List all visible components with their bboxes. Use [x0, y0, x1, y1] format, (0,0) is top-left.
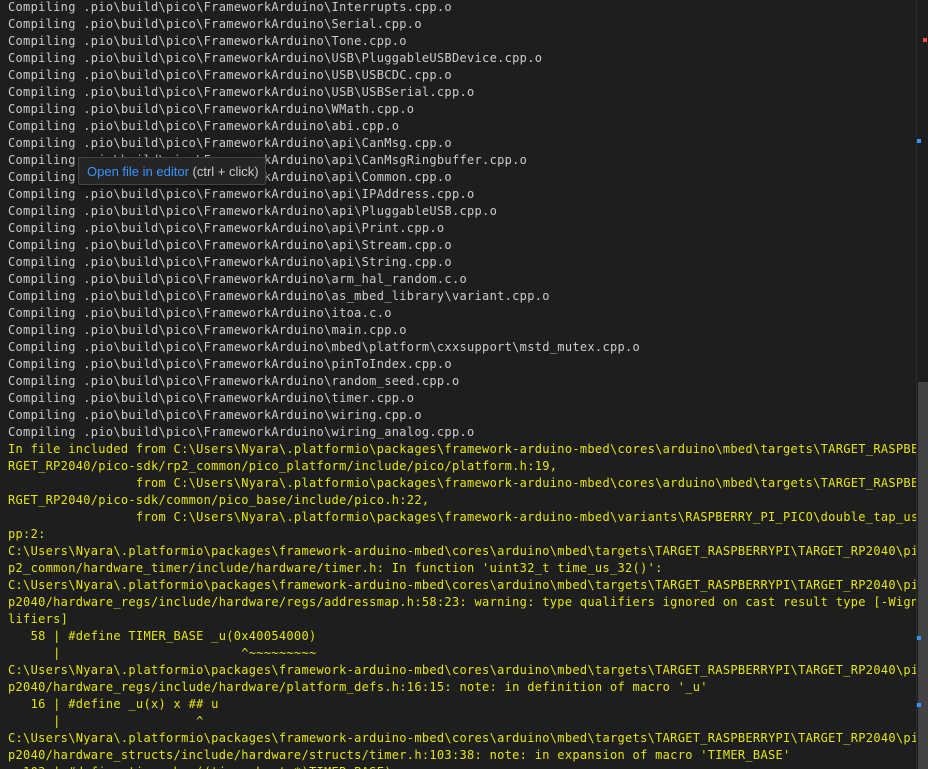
terminal-line[interactable]: RGET_RP2040/pico-sdk/rp2_common/pico_pla…	[8, 458, 557, 475]
info-marker	[917, 703, 921, 707]
terminal-line: Compiling .pio\build\pico\FrameworkArdui…	[8, 119, 400, 133]
terminal-line[interactable]: p2040/hardware_structs/include/hardware/…	[8, 747, 791, 764]
terminal-line[interactable]: 16 | #define _u(x) x ## u	[8, 696, 219, 713]
terminal-line: Compiling .pio\build\pico\FrameworkArdui…	[8, 238, 452, 252]
open-file-tooltip[interactable]: Open file in editor (ctrl + click)	[78, 157, 266, 185]
open-file-hint: (ctrl + click)	[192, 164, 259, 179]
terminal-line: Compiling .pio\build\pico\FrameworkArdui…	[8, 204, 498, 218]
terminal-line: Compiling .pio\build\pico\FrameworkArdui…	[8, 340, 641, 354]
vertical-scrollbar[interactable]	[916, 0, 928, 769]
terminal-line: Compiling .pio\build\pico\FrameworkArdui…	[8, 289, 550, 303]
terminal-line: Compiling .pio\build\pico\FrameworkArdui…	[8, 272, 468, 286]
terminal-line: Compiling .pio\build\pico\FrameworkArdui…	[8, 34, 407, 48]
terminal-line: Compiling .pio\build\pico\FrameworkArdui…	[8, 408, 422, 422]
terminal-output[interactable]: Compiling .pio\build\pico\FrameworkArdui…	[0, 0, 916, 769]
terminal-line: Compiling .pio\build\pico\FrameworkArdui…	[8, 425, 475, 439]
terminal-line[interactable]: p2_common/hardware_timer/include/hardwar…	[8, 560, 663, 577]
terminal-line: Compiling .pio\build\pico\FrameworkArdui…	[8, 357, 452, 371]
terminal-line: Compiling .pio\build\pico\FrameworkArdui…	[8, 0, 452, 14]
terminal-line: Compiling .pio\build\pico\FrameworkArdui…	[8, 68, 452, 82]
terminal-line[interactable]: 58 | #define TIMER_BASE _u(0x40054000)	[8, 628, 317, 645]
open-file-link[interactable]: Open file in editor	[87, 164, 189, 179]
terminal-line: Compiling .pio\build\pico\FrameworkArdui…	[8, 221, 445, 235]
terminal-line[interactable]: 103 | #define timer_hw ((timer_hw_t *)TI…	[8, 764, 392, 769]
info-marker	[917, 636, 921, 640]
terminal-line[interactable]: from C:\Users\Nyara\.platformio\packages…	[8, 509, 916, 526]
scrollbar-thumb[interactable]	[918, 382, 928, 769]
terminal-line[interactable]: p2040/hardware_regs/include/hardware/pla…	[8, 679, 708, 696]
terminal-line[interactable]: from C:\Users\Nyara\.platformio\packages…	[8, 475, 916, 492]
terminal-line: Compiling .pio\build\pico\FrameworkArdui…	[8, 306, 392, 320]
info-marker	[917, 139, 921, 143]
terminal-line: Compiling .pio\build\pico\FrameworkArdui…	[8, 187, 475, 201]
terminal-line[interactable]: C:\Users\Nyara\.platformio\packages\fram…	[8, 662, 916, 679]
terminal-line: Compiling .pio\build\pico\FrameworkArdui…	[8, 51, 543, 65]
terminal-line[interactable]: p2040/hardware_regs/include/hardware/reg…	[8, 594, 916, 611]
terminal-line[interactable]: RGET_RP2040/pico-sdk/common/pico_base/in…	[8, 492, 429, 509]
terminal-line: Compiling .pio\build\pico\FrameworkArdui…	[8, 255, 452, 269]
terminal-line[interactable]: lifiers]	[8, 611, 68, 628]
terminal-line: Compiling .pio\build\pico\FrameworkArdui…	[8, 85, 475, 99]
terminal-line[interactable]: In file included from C:\Users\Nyara\.pl…	[8, 441, 916, 458]
terminal-line: Compiling .pio\build\pico\FrameworkArdui…	[8, 374, 460, 388]
terminal-line: Compiling .pio\build\pico\FrameworkArdui…	[8, 102, 415, 116]
error-marker	[923, 38, 927, 42]
terminal-line: Compiling .pio\build\pico\FrameworkArdui…	[8, 136, 452, 150]
terminal-line: Compiling .pio\build\pico\FrameworkArdui…	[8, 391, 415, 405]
terminal-line: Compiling .pio\build\pico\FrameworkArdui…	[8, 17, 422, 31]
terminal-line[interactable]: C:\Users\Nyara\.platformio\packages\fram…	[8, 577, 916, 594]
terminal-line[interactable]: | ^	[8, 713, 204, 730]
terminal-line[interactable]: C:\Users\Nyara\.platformio\packages\fram…	[8, 730, 916, 747]
terminal-line: Compiling .pio\build\pico\FrameworkArdui…	[8, 323, 407, 337]
terminal-line[interactable]: pp:2:	[8, 526, 46, 543]
terminal-line[interactable]: C:\Users\Nyara\.platformio\packages\fram…	[8, 543, 916, 560]
terminal-line[interactable]: | ^~~~~~~~~~	[8, 645, 317, 662]
